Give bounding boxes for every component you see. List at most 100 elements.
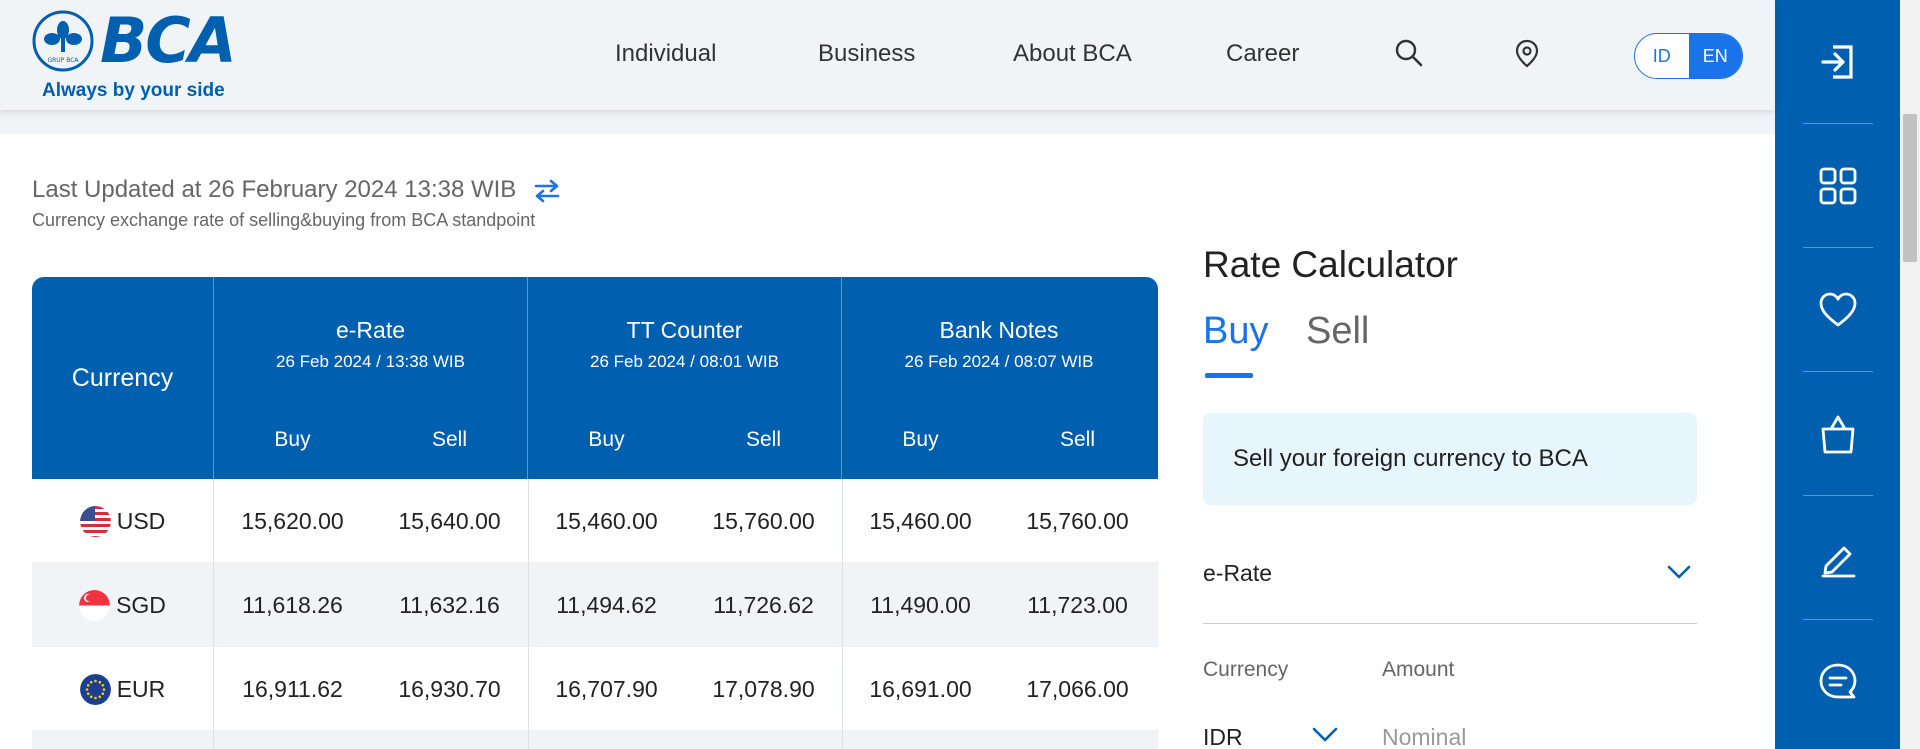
bank-notes-buy: 16,691.00 [869,675,972,702]
e-rate-sell: 15,640.00 [398,507,501,534]
eu-flag-icon [79,673,111,705]
currency-label: Currency [1203,658,1289,681]
sidebar-shop[interactable] [1803,372,1873,496]
active-tab-indicator [1205,373,1253,378]
table-row: EUR 16,911.62 16,930.70 16,707.90 17,078… [32,647,1158,731]
exchange-rate-table: Currency e-Rate 26 Feb 2024 / 13:38 WIB … [32,277,1158,749]
calculator-info-banner: Sell your foreign currency to BCA [1203,413,1697,505]
tab-sell[interactable]: Sell [1306,310,1369,353]
us-flag-icon [79,505,111,537]
heart-icon [1819,292,1857,326]
table-row: USD 15,620.00 15,640.00 15,460.00 15,760… [32,479,1158,563]
svg-text:GRUP BCA: GRUP BCA [47,57,79,64]
bank-notes-sell: 17,066.00 [1026,675,1129,702]
pen-icon [1821,546,1856,577]
rate-type-select[interactable]: e-Rate [1203,544,1697,624]
scrollbar-thumb[interactable] [1903,114,1917,262]
group-title: TT Counter [626,317,743,343]
group-title: Bank Notes [939,317,1059,343]
amount-label: Amount [1382,658,1455,681]
currency-code: USD [116,507,166,534]
currency-code: SGD [116,591,166,618]
top-header: GRUP BCA BCA Always by your side Individ… [0,0,1775,110]
currency-column-header: Currency [32,277,214,479]
column-divider [528,731,529,749]
swap-arrows-icon[interactable] [533,179,561,203]
rate-calculator-title: Rate Calculator [1203,244,1459,285]
page-scrollbar[interactable] [1900,0,1920,749]
tt-counter-sell: 17,078.90 [712,675,815,702]
login-icon [1821,44,1853,79]
e-rate-header: e-Rate 26 Feb 2024 / 13:38 WIB Buy Sell [214,277,528,479]
sell-header: Sell [745,428,782,451]
last-updated-tz: WIB [470,176,517,203]
column-divider [842,731,843,749]
currency-code: EUR [116,675,166,702]
currency-cell [32,731,214,749]
tt-counter-buy: 16,707.90 [555,675,658,702]
rate-subtitle: Currency exchange rate of selling&buying… [32,210,536,230]
bca-logo[interactable]: GRUP BCA BCA Always by your side [32,4,237,105]
sidebar-apply[interactable] [1803,496,1873,620]
sidebar-login[interactable] [1803,0,1873,124]
chevron-down-icon[interactable] [1312,726,1338,744]
bank-notes-buy: 15,460.00 [869,507,972,534]
last-updated-date: 26 February 2024 13:38 [208,176,465,203]
group-title: e-Rate [335,317,406,343]
tt-counter-header: TT Counter 26 Feb 2024 / 08:01 WIB Buy S… [528,277,842,479]
last-updated-label: Last Updated at [32,176,202,203]
buy-header: Buy [274,428,311,451]
grid-icon [1819,167,1857,204]
tt-counter-buy: 15,460.00 [555,507,658,534]
currency-cell: USD [32,479,214,563]
e-rate-buy: 15,620.00 [241,507,344,534]
tt-counter-sell: 11,726.62 [713,591,814,618]
nav-about-bca[interactable]: About BCA [1013,40,1132,68]
nav-business[interactable]: Business [818,40,915,68]
sell-header: Sell [431,428,468,451]
tt-counter-buy: 11,494.62 [556,591,657,618]
e-rate-buy: 11,618.26 [242,591,343,618]
currency-select[interactable]: IDR [1203,724,1243,749]
search-icon[interactable] [1394,38,1424,68]
buy-header: Buy [588,428,625,451]
shopping-bag-icon [1821,415,1855,453]
sidebar-chat[interactable] [1803,620,1873,744]
buy-header: Buy [902,428,939,451]
location-pin-icon[interactable] [1512,38,1542,68]
sidebar-menu[interactable] [1803,124,1873,248]
bank-notes-header: Bank Notes 26 Feb 2024 / 08:07 WIB Buy S… [842,277,1156,479]
group-date: 26 Feb 2024 / 08:07 WIB [904,352,1094,371]
group-date: 26 Feb 2024 / 13:38 WIB [275,352,465,371]
language-toggle[interactable]: ID EN [1634,33,1743,79]
tt-counter-sell: 15,760.00 [712,507,815,534]
chevron-down-icon [1667,565,1691,579]
sidebar-favorites[interactable] [1803,248,1873,372]
main-content: Last Updated at 26 February 2024 13:38 W… [0,134,1775,749]
brand-tagline: Always by your side [42,80,225,101]
currency-cell: EUR [32,647,214,731]
bca-emblem-icon: GRUP BCA [32,10,94,72]
lang-id-option[interactable]: ID [1635,34,1689,78]
group-date: 26 Feb 2024 / 08:01 WIB [589,352,779,371]
amount-input[interactable] [1382,724,1682,749]
brand-name: BCA [100,4,237,77]
lang-en-option[interactable]: EN [1688,34,1742,78]
table-row [32,731,1158,749]
e-rate-sell: 16,930.70 [398,675,501,702]
last-updated: Last Updated at 26 February 2024 13:38 W… [32,176,561,204]
table-header: Currency e-Rate 26 Feb 2024 / 13:38 WIB … [32,277,1158,479]
sg-flag-icon [79,589,111,621]
bank-notes-buy: 11,490.00 [870,591,971,618]
e-rate-buy: 16,911.62 [242,675,343,702]
tab-buy[interactable]: Buy [1203,310,1268,353]
bank-notes-sell: 11,723.00 [1027,591,1128,618]
rate-type-value: e-Rate [1203,560,1273,586]
chat-icon [1819,663,1857,699]
nav-career[interactable]: Career [1226,40,1299,68]
quick-access-sidebar [1775,0,1900,749]
nav-individual[interactable]: Individual [615,40,716,68]
bank-notes-sell: 15,760.00 [1026,507,1129,534]
sell-header: Sell [1059,428,1096,451]
table-row: SGD 11,618.26 11,632.16 11,494.62 11,726… [32,563,1158,647]
